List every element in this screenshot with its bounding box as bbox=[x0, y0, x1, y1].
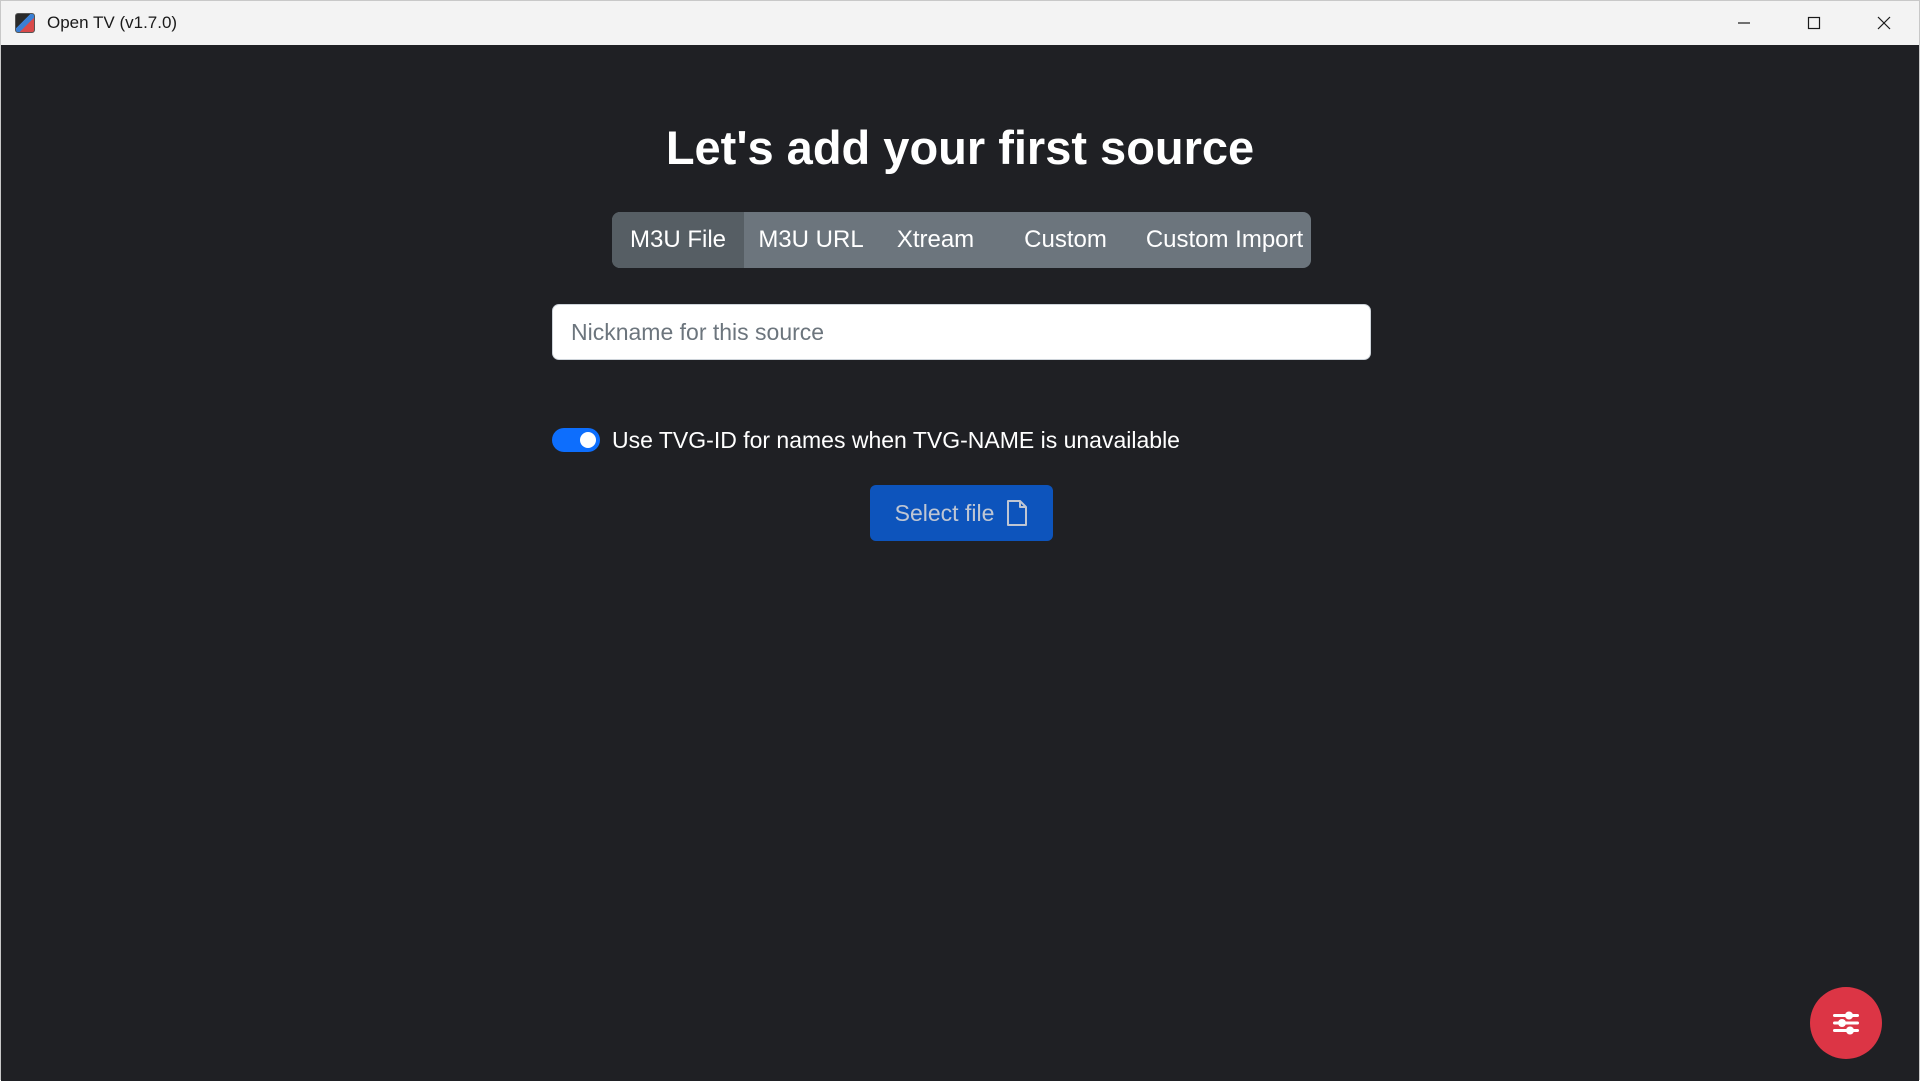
window-title: Open TV (v1.7.0) bbox=[47, 13, 178, 32]
title-bar[interactable]: Open TV (v1.7.0) bbox=[1, 1, 1919, 45]
tab-custom-import[interactable]: Custom Import bbox=[1138, 212, 1311, 268]
maximize-icon bbox=[1807, 16, 1821, 30]
nickname-input[interactable] bbox=[552, 304, 1371, 360]
close-button[interactable] bbox=[1849, 1, 1919, 45]
settings-fab-button[interactable] bbox=[1810, 987, 1882, 1059]
minimize-icon bbox=[1738, 22, 1750, 24]
select-file-button[interactable]: Select file bbox=[870, 485, 1053, 541]
tab-custom[interactable]: Custom bbox=[993, 212, 1138, 268]
app-icon bbox=[15, 13, 35, 33]
close-icon bbox=[1877, 16, 1891, 30]
tab-xtream[interactable]: Xtream bbox=[878, 212, 993, 268]
toggle-knob bbox=[580, 432, 596, 448]
tab-m3u-url[interactable]: M3U URL bbox=[744, 212, 878, 268]
main-content: Let's add your first source M3U File M3U… bbox=[1, 45, 1919, 1081]
file-icon bbox=[1006, 499, 1028, 527]
source-type-tabs: M3U File M3U URL Xtream Custom Custom Im… bbox=[612, 212, 1311, 268]
window-controls bbox=[1709, 1, 1919, 45]
select-file-label: Select file bbox=[894, 499, 995, 526]
app-window: Open TV (v1.7.0) Let's add your first so… bbox=[0, 0, 1920, 1081]
settings-icon bbox=[1833, 1011, 1859, 1035]
tvg-id-toggle-row: Use TVG-ID for names when TVG-NAME is un… bbox=[552, 423, 1180, 457]
minimize-button[interactable] bbox=[1709, 1, 1779, 45]
tvg-id-toggle[interactable] bbox=[552, 428, 600, 452]
tvg-id-toggle-label: Use TVG-ID for names when TVG-NAME is un… bbox=[612, 426, 1180, 453]
page-title: Let's add your first source bbox=[665, 121, 1255, 174]
tab-m3u-file[interactable]: M3U File bbox=[612, 212, 744, 268]
maximize-button[interactable] bbox=[1779, 1, 1849, 45]
